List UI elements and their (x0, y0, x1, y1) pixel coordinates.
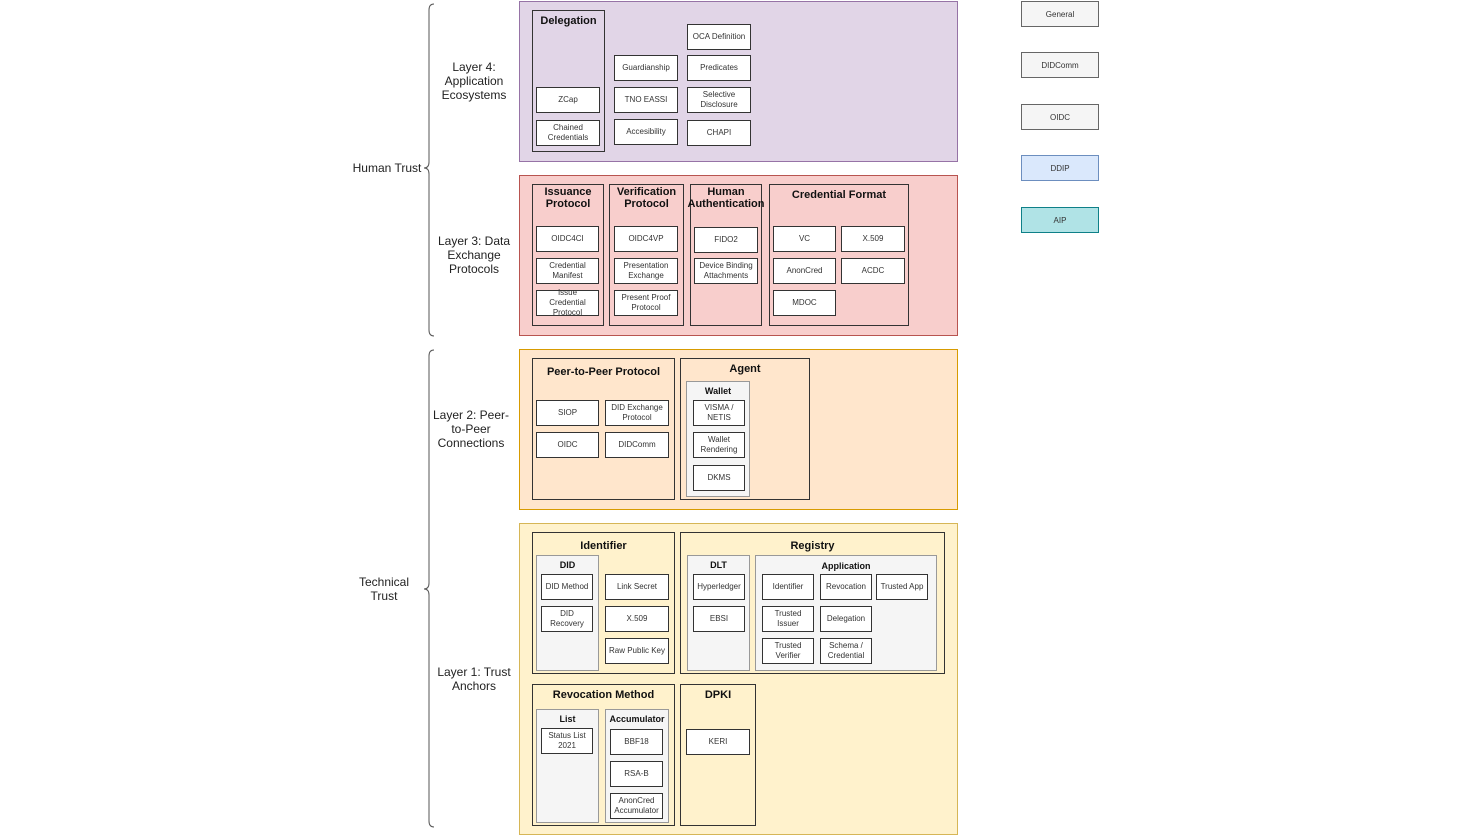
app-identifier-box[interactable]: Identifier (762, 574, 814, 600)
siop-box[interactable]: SIOP (536, 400, 599, 426)
credential-manifest-box[interactable]: Credential Manifest (536, 258, 599, 284)
x509-box[interactable]: X.509 (841, 226, 905, 252)
p2p-protocol-title: Peer-to-Peer Protocol (546, 366, 661, 378)
identifier-title: Identifier (580, 540, 627, 552)
human-authentication-group: Human Authentication (687, 184, 765, 326)
visma-netis-box[interactable]: VISMA / NETIS (693, 400, 745, 426)
agent-title: Agent (729, 363, 761, 375)
delegation-title: Delegation (540, 15, 597, 27)
application-title: Application (821, 561, 871, 571)
oidc4ci-box[interactable]: OIDC4CI (536, 226, 599, 252)
chained-credentials-box[interactable]: Chained Credentials (536, 120, 600, 146)
layer1-label: Layer 1: Trust Anchors (437, 665, 511, 693)
did-exchange-protocol-box[interactable]: DID Exchange Protocol (605, 400, 669, 426)
revocation-method-title: Revocation Method (552, 689, 655, 701)
bbf18-box[interactable]: BBF18 (610, 729, 663, 755)
anoncred-box[interactable]: AnonCred (773, 258, 836, 284)
trusted-issuer-box[interactable]: Trusted Issuer (762, 606, 814, 632)
human-authentication-title: Human Authentication (687, 186, 765, 210)
oca-definition-box[interactable]: OCA Definition (687, 24, 751, 50)
technical-trust-label: Technical Trust (358, 575, 410, 603)
layer3-label: Layer 3: Data Exchange Protocols (437, 234, 511, 276)
layer2-label: Layer 2: Peer-to-Peer Connections (432, 408, 510, 450)
schema-credential-box[interactable]: Schema / Credential (820, 638, 872, 664)
status-list-2021-box[interactable]: Status List 2021 (541, 728, 593, 754)
wallet-rendering-box[interactable]: Wallet Rendering (693, 432, 745, 458)
vc-box[interactable]: VC (773, 226, 836, 252)
fido2-box[interactable]: FIDO2 (694, 227, 758, 253)
wallet-title: Wallet (704, 386, 732, 396)
legend-general: General (1021, 1, 1099, 27)
oidc-box[interactable]: OIDC (536, 432, 599, 458)
hyperledger-box[interactable]: Hyperledger (693, 574, 745, 600)
issue-credential-protocol-box[interactable]: Issue Credential Protocol (536, 288, 599, 317)
verification-protocol-title: Verification Protocol (616, 186, 677, 210)
anoncred-accumulator-box[interactable]: AnonCred Accumulator (610, 793, 663, 819)
did-method-box[interactable]: DID Method (541, 574, 593, 600)
guardianship-box[interactable]: Guardianship (614, 55, 678, 81)
legend-aip: AIP (1021, 207, 1099, 233)
trusted-app-box[interactable]: Trusted App (876, 574, 928, 600)
did-title: DID (559, 560, 576, 570)
rsa-b-box[interactable]: RSA-B (610, 761, 663, 787)
oidc4vp-box[interactable]: OIDC4VP (614, 226, 678, 252)
identifier-x509-box[interactable]: X.509 (605, 606, 669, 632)
zcap-box[interactable]: ZCap (536, 87, 600, 113)
list-title: List (559, 714, 576, 724)
chapi-box[interactable]: CHAPI (687, 120, 751, 146)
dpki-title: DPKI (704, 689, 732, 701)
issuance-protocol-title: Issuance Protocol (544, 186, 592, 210)
p2p-protocol-group: Peer-to-Peer Protocol (532, 358, 675, 500)
predicates-box[interactable]: Predicates (687, 55, 751, 81)
accumulator-title: Accumulator (609, 714, 665, 724)
dlt-title: DLT (710, 560, 727, 570)
didcomm-box[interactable]: DIDComm (605, 432, 669, 458)
presentation-exchange-box[interactable]: Presentation Exchange (614, 258, 678, 284)
legend-ddip: DDIP (1021, 155, 1099, 181)
present-proof-protocol-box[interactable]: Present Proof Protocol (614, 290, 678, 316)
dkms-box[interactable]: DKMS (693, 465, 745, 491)
accesibility-box[interactable]: Accesibility (614, 119, 678, 145)
human-trust-label: Human Trust (352, 161, 422, 175)
app-revocation-box[interactable]: Revocation (820, 574, 872, 600)
trusted-verifier-box[interactable]: Trusted Verifier (762, 638, 814, 664)
list-group: List (536, 709, 599, 823)
credential-format-title: Credential Format (791, 189, 887, 201)
registry-title: Registry (790, 540, 835, 552)
ebsi-box[interactable]: EBSI (693, 606, 745, 632)
layer4-label: Layer 4: Application Ecosystems (441, 60, 507, 102)
legend-didcomm: DIDComm (1021, 52, 1099, 78)
legend-oidc: OIDC (1021, 104, 1099, 130)
keri-box[interactable]: KERI (686, 729, 750, 755)
device-binding-attachments-box[interactable]: Device Binding Attachments (694, 258, 758, 284)
raw-public-key-box[interactable]: Raw Public Key (605, 638, 669, 664)
tno-eassi-box[interactable]: TNO EASSI (614, 87, 678, 113)
app-delegation-box[interactable]: Delegation (820, 606, 872, 632)
acdc-box[interactable]: ACDC (841, 258, 905, 284)
link-secret-box[interactable]: Link Secret (605, 574, 669, 600)
did-recovery-box[interactable]: DID Recovery (541, 606, 593, 632)
dpki-group: DPKI (680, 684, 756, 826)
mdoc-box[interactable]: MDOC (773, 290, 836, 316)
selective-disclosure-box[interactable]: Selective Disclosure (687, 87, 751, 113)
